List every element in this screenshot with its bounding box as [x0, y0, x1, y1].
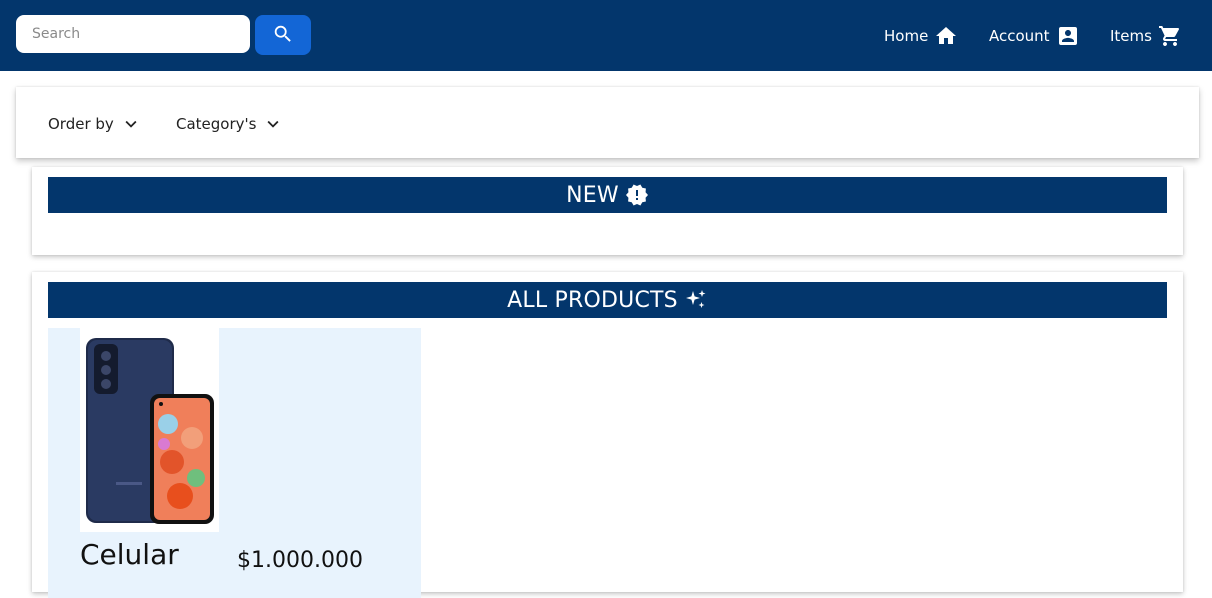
filter-bar: Order by Category's	[16, 87, 1199, 158]
new-section: NEW	[32, 167, 1183, 255]
category-label: Category's	[176, 115, 257, 133]
new-section-title: NEW	[566, 182, 619, 208]
new-releases-icon	[625, 183, 649, 207]
search-button[interactable]	[255, 15, 311, 55]
cart-icon	[1158, 24, 1182, 48]
new-section-header: NEW	[48, 177, 1167, 213]
chevron-down-icon	[262, 113, 284, 135]
order-by-dropdown[interactable]: Order by	[48, 113, 142, 135]
all-products-header: ALL PRODUCTS	[48, 282, 1167, 318]
nav-account[interactable]: Account	[989, 22, 1080, 50]
nav-items[interactable]: Items	[1110, 22, 1182, 50]
sparkles-icon	[684, 288, 708, 312]
category-dropdown[interactable]: Category's	[176, 113, 284, 135]
search-icon	[272, 23, 294, 48]
order-by-label: Order by	[48, 115, 114, 133]
nav-items-label: Items	[1110, 27, 1152, 45]
nav-account-label: Account	[989, 27, 1050, 45]
chevron-down-icon	[120, 113, 142, 135]
product-card[interactable]: Celular $1.000.000	[48, 328, 421, 598]
product-image	[80, 328, 219, 532]
nav-home[interactable]: Home	[884, 22, 958, 50]
nav-home-label: Home	[884, 27, 929, 45]
product-price: $1.000.000	[237, 548, 363, 573]
home-icon	[934, 24, 958, 48]
all-products-title: ALL PRODUCTS	[507, 287, 678, 313]
all-products-section: ALL PRODUCTS Celular $1.000.000	[32, 272, 1183, 598]
search-input[interactable]	[16, 15, 250, 53]
account-box-icon	[1056, 24, 1080, 48]
top-app-bar: Home Account Items	[0, 0, 1212, 71]
product-name: Celular	[80, 538, 179, 571]
